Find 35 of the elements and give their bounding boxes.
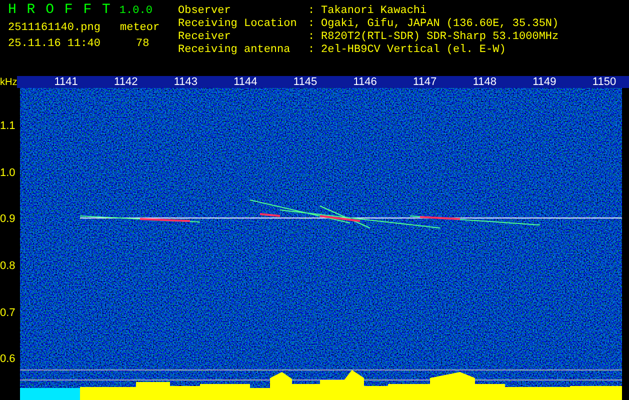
version-number: 1.0.0 [119,5,152,17]
frequency-tick-label: 1145 [293,76,318,88]
date-time: 25.11.16 11:40 [8,38,102,52]
frequency-tick-label: 1144 [234,76,258,88]
frequency-tick-label: 1143 [174,76,198,88]
frequency-tick-label: 1148 [472,76,496,88]
separator-colon: : [308,44,316,57]
separator-colon: : [308,18,316,31]
axis-tick-label: 0.8 [0,260,16,272]
info-label: Receiver [178,31,232,44]
frequency-tick-label: 1146 [353,76,377,88]
frequency-tick-label: 1141 [54,76,78,88]
frequency-tick-label: 1147 [413,76,437,88]
axis-tick-label: 1.0 [0,166,16,179]
axis-unit: kHz [0,77,18,88]
info-label: Observer [178,5,232,18]
frequency-tick-label: 1142 [114,76,138,88]
info-label: Receiving antenna [178,44,292,57]
frequency-tick-label: 1149 [532,76,556,88]
axis-tick-label: 0.9 [0,213,16,226]
frequency-tick-label: 1150 [592,76,616,88]
info-value: R820T2(RTL-SDR) SDR-Sharp 53.1000MHz [321,31,559,44]
count-label: meteor [120,22,160,36]
info-value: Ogaki, Gifu, JAPAN (136.60E, 35.35N) [321,18,559,31]
separator-colon: : [308,5,316,18]
info-value: 2el-HB9CV Vertical (el. E-W) [321,44,506,57]
info-label: Receiving Location [178,18,298,31]
app-name: H R O F F T [8,2,112,18]
info-value: Takanori Kawachi [321,5,427,18]
separator-colon: : [308,31,316,44]
file-name: 2511161140.png [8,22,102,36]
axis-tick-label: 0.6 [0,353,16,366]
meteor-count: 78 [135,38,150,52]
axis-tick-label: 0.7 [0,306,16,319]
axis-tick-label: 1.1 [0,120,16,132]
